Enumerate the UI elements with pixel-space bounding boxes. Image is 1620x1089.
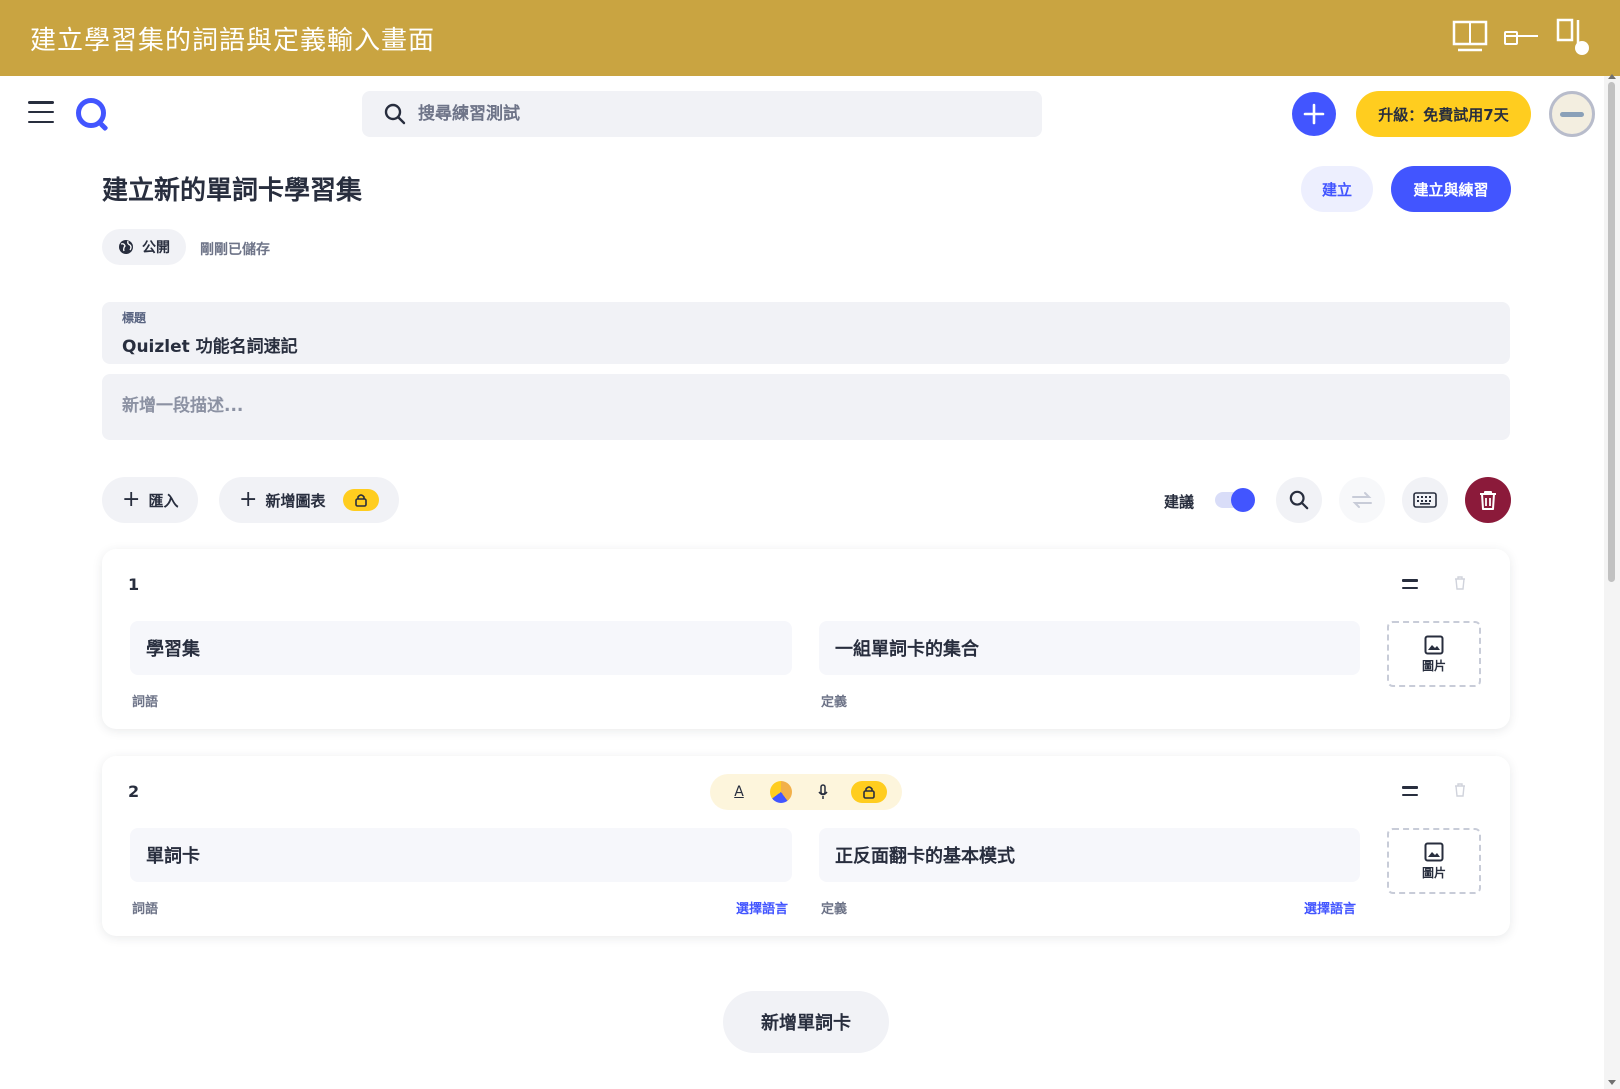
search-icon <box>1289 490 1309 510</box>
scroll-down-arrow-icon[interactable] <box>1608 1080 1616 1085</box>
visibility-label: 公開 <box>142 240 170 256</box>
visibility-selector[interactable]: 公開 <box>102 229 186 265</box>
mic-icon[interactable] <box>809 778 837 806</box>
search-bar[interactable] <box>362 91 1042 137</box>
import-label: 匯入 <box>148 491 179 510</box>
scrollbar-thumb[interactable] <box>1608 82 1615 582</box>
definition-choose-language-link[interactable]: 選擇語言 <box>1304 898 1356 917</box>
delete-all-button[interactable] <box>1465 477 1511 523</box>
title-field-label: 標題 <box>122 311 147 325</box>
color-icon[interactable] <box>767 778 795 806</box>
lock-icon <box>343 489 380 511</box>
image-label: 圖片 <box>1421 658 1446 673</box>
page-title: 建立新的單詞卡學習集 <box>102 176 363 206</box>
definition-label: 定義 <box>821 695 848 710</box>
suggestions-toggle[interactable] <box>1215 488 1255 512</box>
trash-icon <box>1480 491 1496 510</box>
swap-icon <box>1352 492 1372 508</box>
key-icon <box>1504 31 1538 45</box>
add-image-button[interactable]: 圖片 <box>1387 828 1481 894</box>
keyboard-icon <box>1413 492 1437 508</box>
plus-icon <box>1303 103 1325 125</box>
avatar[interactable] <box>1549 91 1595 137</box>
definition-label: 定義 <box>821 902 848 917</box>
definition-input[interactable]: 一組單詞卡的集合 <box>819 621 1360 675</box>
term-label: 詞語 <box>132 902 159 917</box>
description-field[interactable]: 新增一段描述... <box>102 374 1510 440</box>
title-banner: 建立學習集的詞語與定義輸入畫面 <box>0 0 1620 76</box>
trash-icon[interactable] <box>1454 782 1466 801</box>
save-status: 剛剛已儲存 <box>200 242 270 258</box>
plus-icon: + <box>239 487 258 512</box>
term-label: 詞語 <box>132 695 159 710</box>
card-number: 2 <box>128 782 140 801</box>
add-card-button[interactable]: 新增單詞卡 <box>723 991 889 1053</box>
drag-handle-icon[interactable] <box>1402 579 1418 589</box>
search-input[interactable] <box>418 104 978 124</box>
banner-logo-icon <box>1450 16 1592 56</box>
definition-input[interactable]: 正反面翻卡的基本模式 <box>819 828 1360 882</box>
swap-terms-button[interactable] <box>1339 477 1385 523</box>
suggestions-label: 建議 <box>1164 493 1195 511</box>
formatting-toolbar: A <box>710 774 902 810</box>
add-diagram-button[interactable]: + 新增圖表 <box>219 477 400 523</box>
scroll-up-arrow-icon[interactable] <box>1608 74 1616 79</box>
term-card: 2 A 單詞卡 正反面翻卡的基本模式 詞語 選擇語言 定義 選擇語言 圖片 <box>102 756 1510 936</box>
term-input[interactable]: 單詞卡 <box>130 828 792 882</box>
text-format-icon[interactable]: A <box>725 778 753 806</box>
keyboard-shortcuts-button[interactable] <box>1402 477 1448 523</box>
create-button[interactable]: 建立 <box>1301 166 1373 212</box>
term-choose-language-link[interactable]: 選擇語言 <box>736 898 788 917</box>
plus-icon: + <box>122 487 141 512</box>
book-icon <box>1452 20 1488 52</box>
quizlet-logo-icon[interactable] <box>76 98 106 128</box>
create-and-practice-button[interactable]: 建立與練習 <box>1391 166 1511 212</box>
trash-icon[interactable] <box>1454 575 1466 594</box>
term-input[interactable]: 學習集 <box>130 621 792 675</box>
search-icon <box>384 103 406 125</box>
image-label: 圖片 <box>1421 865 1446 880</box>
title-field[interactable]: 標題 Quizlet 功能名詞速記 <box>102 302 1510 364</box>
search-terms-button[interactable] <box>1276 477 1322 523</box>
image-icon <box>1424 842 1444 861</box>
add-diagram-label: 新增圖表 <box>265 491 326 510</box>
globe-icon <box>119 240 133 254</box>
menu-icon[interactable] <box>28 101 54 123</box>
lock-icon <box>851 781 887 803</box>
lamp-icon <box>1556 18 1589 55</box>
import-button[interactable]: + 匯入 <box>102 477 199 523</box>
image-icon <box>1424 635 1444 654</box>
upgrade-button[interactable]: 升級：免費試用7天 <box>1356 91 1531 137</box>
term-card: 1 學習集 一組單詞卡的集合 詞語 定義 圖片 <box>102 549 1510 729</box>
drag-handle-icon[interactable] <box>1402 786 1418 796</box>
add-image-button[interactable]: 圖片 <box>1387 621 1481 687</box>
top-navigation: 升級：免費試用7天 <box>0 76 1620 152</box>
page-scrollbar[interactable] <box>1604 74 1620 1089</box>
title-field-value[interactable]: Quizlet 功能名詞速記 <box>122 332 1490 357</box>
create-plus-button[interactable] <box>1292 92 1336 136</box>
card-number: 1 <box>128 575 140 594</box>
banner-title: 建立學習集的詞語與定義輸入畫面 <box>30 25 436 56</box>
